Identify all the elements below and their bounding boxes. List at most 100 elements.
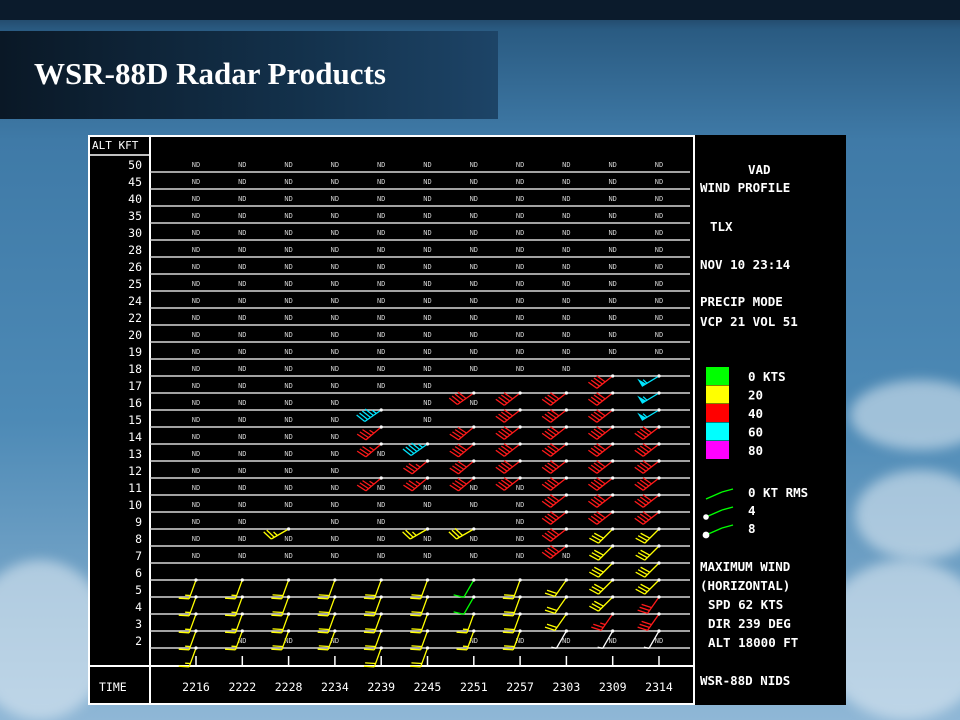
no-data-marker: ND [516, 195, 524, 203]
no-data-marker: ND [470, 331, 478, 339]
no-data-marker: ND [192, 416, 200, 424]
wind-barb-feather [272, 594, 283, 597]
wind-barb-origin [425, 612, 430, 616]
wind-barb-feather [224, 614, 236, 617]
wind-barb-feather [456, 631, 467, 634]
no-data-marker: ND [423, 365, 431, 373]
rms-legend-barb [721, 488, 734, 493]
no-data-marker: ND [238, 450, 246, 458]
no-data-marker: ND [192, 535, 200, 543]
no-data-marker: ND [562, 331, 570, 339]
wind-barb-origin [611, 544, 615, 548]
no-data-marker: ND [331, 348, 339, 356]
no-data-marker: ND [470, 484, 478, 492]
no-data-marker: ND [470, 263, 478, 271]
wind-barb-feather [178, 597, 190, 600]
wind-barb-feather [271, 648, 282, 651]
wind-barb-origin [240, 595, 244, 599]
wind-barb-origin [657, 391, 661, 395]
no-data-marker: ND [284, 535, 292, 543]
no-data-marker: ND [331, 314, 339, 322]
wind-barb-origin [472, 527, 476, 531]
no-data-marker: ND [516, 178, 524, 186]
no-data-marker: ND [562, 195, 570, 203]
wind-barb-feather [318, 645, 330, 648]
wind-barb-origin [564, 408, 568, 412]
wind-barb-feather [411, 628, 422, 631]
wind-barb-feather [365, 594, 376, 597]
no-data-marker: ND [377, 263, 385, 271]
plot-frame [88, 135, 695, 705]
wind-barb-feather [503, 645, 515, 648]
wind-barb-feather [502, 648, 514, 651]
max-wind-altitude: ALT 18000 FT [708, 635, 798, 650]
no-data-marker: ND [423, 263, 431, 271]
altitude-tick-label: 6 [135, 566, 142, 580]
wind-barb-feather [178, 631, 190, 634]
wind-barb-origin [564, 629, 568, 633]
no-data-marker: ND [377, 518, 385, 526]
no-data-marker: ND [238, 161, 246, 169]
wind-barb-staff [463, 596, 475, 615]
no-data-marker: ND [238, 195, 246, 203]
wind-barb-half-feather [411, 531, 417, 536]
altitude-tick-label: 10 [128, 498, 142, 512]
wind-barb-feather [411, 611, 422, 614]
no-data-marker: ND [655, 637, 663, 645]
no-data-marker: ND [331, 552, 339, 560]
wind-barb-feather [546, 623, 558, 629]
no-data-marker: ND [470, 365, 478, 373]
no-data-marker: ND [238, 416, 246, 424]
no-data-marker: ND [377, 331, 385, 339]
wind-barb-origin [611, 493, 615, 497]
wind-barb-feather [546, 606, 558, 612]
wind-barb-origin [657, 544, 661, 548]
no-data-marker: ND [192, 246, 200, 254]
no-data-marker: ND [377, 535, 385, 543]
wind-barb-origin [472, 459, 476, 463]
wind-barb-origin [657, 527, 661, 531]
time-tick-label: 2257 [506, 680, 534, 694]
no-data-marker: ND [284, 552, 292, 560]
wind-barb-feather [639, 623, 650, 629]
no-data-marker: ND [608, 314, 616, 322]
no-data-marker: ND [331, 246, 339, 254]
wind-barb-feather [410, 631, 421, 634]
no-data-marker: ND [192, 161, 200, 169]
cloud [850, 380, 960, 450]
time-tick-label: 2309 [599, 680, 627, 694]
wind-barb-feather [502, 614, 514, 617]
wind-barb-feather [271, 631, 282, 634]
altitude-tick-label: 11 [128, 481, 142, 495]
no-data-marker: ND [284, 501, 292, 509]
wind-barb-feather [363, 631, 375, 634]
wind-barb-origin [657, 459, 661, 463]
wind-barb-feather [544, 626, 556, 632]
no-data-marker: ND [470, 399, 478, 407]
no-data-marker: ND [192, 450, 200, 458]
wind-barb-origin [194, 612, 198, 616]
wind-barb-feather [271, 614, 282, 617]
no-data-marker: ND [516, 161, 524, 169]
wind-barb-origin [194, 629, 198, 633]
altitude-tick-label: 28 [128, 243, 142, 257]
no-data-marker: ND [192, 552, 200, 560]
wind-barb-origin [564, 425, 568, 429]
wind-barb-origin [425, 476, 430, 480]
wind-barb-feather [544, 609, 556, 615]
no-data-marker: ND [331, 399, 339, 407]
wind-barb-feather [503, 594, 515, 597]
no-data-marker: ND [516, 263, 524, 271]
no-data-marker: ND [655, 195, 663, 203]
no-data-marker: ND [470, 212, 478, 220]
wind-barb-origin [611, 612, 615, 616]
no-data-marker: ND [284, 416, 292, 424]
no-data-marker: ND [331, 535, 339, 543]
wind-barb-origin [379, 646, 383, 650]
altitude-tick-label: 30 [128, 226, 142, 240]
no-data-marker: ND [655, 348, 663, 356]
wind-barb-origin [611, 476, 615, 480]
wind-barb-origin [287, 527, 291, 531]
no-data-marker: ND [655, 161, 663, 169]
no-data-marker: ND [377, 365, 385, 373]
